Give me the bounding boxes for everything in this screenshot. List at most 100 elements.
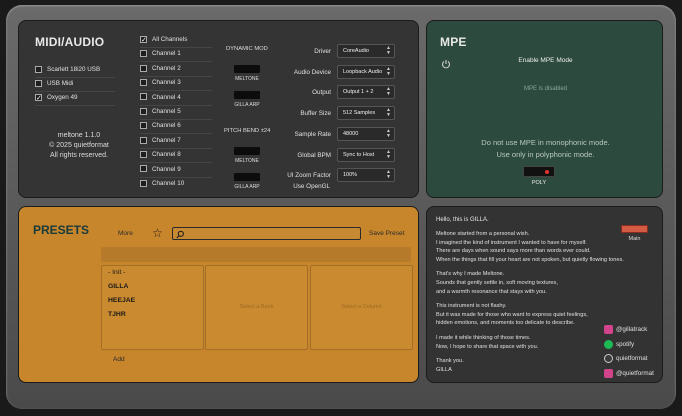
social-label: @gillatrack: [616, 326, 648, 334]
setting-value: 512 Samples: [343, 110, 376, 117]
about-line: But it was made for those who want to ex…: [436, 311, 588, 318]
device-item[interactable]: Oxygen 49: [35, 91, 78, 106]
enable-mpe-label[interactable]: Enable MPE Mode: [427, 57, 664, 64]
social-link[interactable]: spotify: [604, 339, 634, 349]
channel-item[interactable]: Channel 1: [140, 47, 181, 61]
channel-checkbox[interactable]: [140, 79, 147, 87]
channel-checkbox[interactable]: [140, 179, 147, 187]
add-preset-button[interactable]: Add: [113, 356, 125, 363]
chevron-updown-icon: ▲ ▼: [386, 107, 391, 119]
channel-checkbox[interactable]: [140, 107, 147, 115]
channel-checkbox[interactable]: [140, 34, 147, 48]
device-item[interactable]: USB Midi: [35, 77, 73, 91]
preset-column-3: Select a Column: [310, 265, 413, 350]
mpe-note-1: Do not use MPE in monophonic mode.: [481, 138, 610, 147]
setting-label: Sample Rate: [294, 130, 331, 138]
preset-item[interactable]: TJHR: [108, 311, 126, 318]
mpe-note: Do not use MPE in monophonic mode. Use o…: [427, 137, 664, 161]
channel-label: Channel 3: [152, 79, 181, 87]
channel-checkbox[interactable]: [140, 136, 147, 144]
channel-item[interactable]: Channel 2: [140, 62, 181, 76]
setting-label: Driver: [314, 48, 331, 55]
about-line: and a warmth resonance that stays with y…: [436, 288, 547, 295]
divider: [35, 105, 115, 106]
dynamic-mod-meltone-button[interactable]: [234, 65, 260, 73]
device-item[interactable]: Scarlett 18i20 USB: [35, 63, 100, 77]
channel-label: Channel 1: [152, 50, 181, 58]
dynamic-mod-gilla-arp-button[interactable]: [234, 91, 260, 99]
rights-text: All rights reserved.: [50, 152, 108, 159]
mpe-panel: MPE Enable MPE Mode MPE is disabled Do n…: [426, 20, 663, 198]
dynamic-mod-gilla-arp-label: GILLA ARP: [234, 102, 260, 108]
setting-select[interactable]: Sync to Host ▲ ▼: [337, 147, 395, 162]
pitch-bend-meltone-button[interactable]: [234, 147, 260, 155]
device-checkbox[interactable]: [35, 92, 42, 106]
channel-label: Channel 9: [152, 165, 181, 173]
use-opengl-label[interactable]: Use OpenGL: [260, 183, 330, 190]
version-info: meltone 1.1.0 © 2025 quietformat All rig…: [49, 131, 109, 161]
setting-value: CoreAudio: [343, 48, 369, 54]
channel-item[interactable]: Channel 5: [140, 105, 181, 119]
social-icon: [604, 354, 613, 363]
channel-label: Channel 7: [152, 136, 181, 144]
search-input[interactable]: [172, 227, 361, 240]
dynamic-mod-meltone-label: MELTONE: [235, 76, 259, 82]
poly-toggle[interactable]: [523, 166, 555, 177]
channel-item[interactable]: Channel 9: [140, 163, 181, 177]
setting-select[interactable]: Output 1 + 2 ▲ ▼: [337, 85, 395, 100]
device-label: Oxygen 49: [47, 94, 78, 101]
channel-item[interactable]: Channel 7: [140, 134, 181, 148]
main-button[interactable]: [621, 225, 648, 233]
preset-browser-header: [101, 247, 411, 262]
social-link[interactable]: @gillatrack: [604, 325, 647, 334]
preset-item[interactable]: HEEJAE: [108, 297, 135, 304]
channel-item[interactable]: Channel 4: [140, 91, 181, 105]
device-checkbox[interactable]: [35, 79, 42, 87]
about-line: When the things that fill your heart are…: [436, 256, 624, 263]
chevron-updown-icon: ▲ ▼: [386, 86, 391, 98]
channel-checkbox[interactable]: [140, 151, 147, 159]
channel-checkbox[interactable]: [140, 165, 147, 173]
channel-label: Channel 4: [152, 93, 181, 101]
pitch-bend-gilla-arp-button[interactable]: [234, 173, 260, 181]
social-link[interactable]: quietformat: [604, 354, 648, 363]
channel-label: Channel 8: [152, 151, 181, 159]
setting-select[interactable]: CoreAudio ▲ ▼: [337, 44, 395, 58]
device-checkbox[interactable]: [35, 65, 42, 73]
setting-select[interactable]: Loopback Audio ▲ ▼: [337, 64, 395, 79]
about-greeting: Hello, this is GILLA.: [436, 217, 489, 223]
search-icon: [176, 230, 184, 239]
about-line: This instrument is not flashy.: [436, 303, 507, 310]
about-line: Now, I hope to share that space with you…: [436, 343, 539, 350]
midi-audio-title: MIDI/AUDIO: [35, 35, 105, 49]
setting-select[interactable]: 100% ▲ ▼: [337, 168, 395, 183]
setting-label: Audio Device: [293, 68, 331, 76]
chevron-updown-icon: ▲ ▼: [386, 148, 391, 160]
channel-item[interactable]: All Channels: [140, 33, 188, 48]
channel-checkbox[interactable]: [140, 50, 147, 58]
pitch-bend-meltone-label: MELTONE: [235, 158, 259, 164]
channel-checkbox[interactable]: [140, 64, 147, 72]
mpe-status: MPE is disabled: [523, 86, 568, 92]
about-line: Meltone started from a personal wish.: [436, 231, 530, 237]
channel-checkbox[interactable]: [140, 93, 147, 101]
save-preset-button[interactable]: Save Preset: [369, 230, 404, 237]
device-label: Scarlett 18i20 USB: [47, 66, 101, 73]
channel-checkbox[interactable]: [140, 122, 147, 130]
preset-item[interactable]: GILLA: [108, 283, 128, 290]
about-line: hidden emotions, and moments too delicat…: [436, 320, 575, 327]
setting-select[interactable]: 48000 ▲ ▼: [337, 126, 395, 141]
channel-item[interactable]: Channel 10: [140, 177, 184, 191]
channel-label: All Channels: [152, 36, 188, 43]
setting-value: Output 1 + 2: [343, 89, 374, 96]
channel-item[interactable]: Channel 3: [140, 76, 181, 90]
channel-item[interactable]: Channel 8: [140, 148, 181, 162]
star-icon[interactable]: ☆: [152, 227, 163, 239]
channel-item[interactable]: Channel 6: [140, 119, 181, 133]
preset-item[interactable]: - Init -: [108, 269, 125, 276]
more-button[interactable]: More: [118, 230, 133, 237]
setting-select[interactable]: 512 Samples ▲ ▼: [337, 106, 395, 121]
social-link[interactable]: @quietformat: [604, 368, 654, 378]
setting-value: 100%: [343, 172, 358, 179]
social-label: @quietformat: [616, 369, 654, 377]
